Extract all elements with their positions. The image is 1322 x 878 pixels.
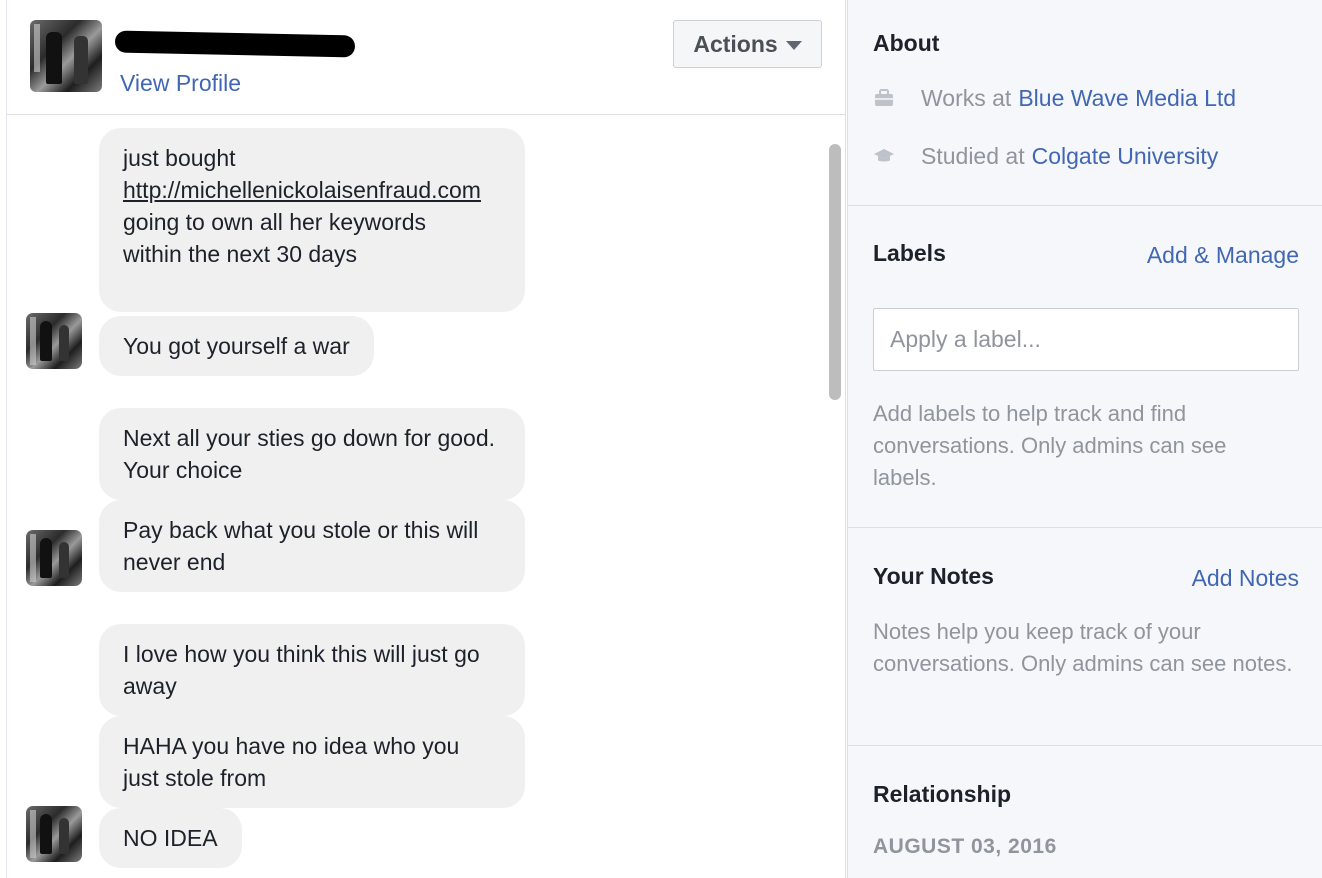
view-profile-link[interactable]: View Profile [120,70,241,97]
message-text: NO IDEA [123,825,218,851]
avatar-image-detail [40,321,52,361]
studied-prefix: Studied at [921,142,1025,169]
sender-avatar[interactable] [26,313,82,369]
labels-helper-text: Add labels to help track and find conver… [873,401,1227,490]
notes-section: Your Notes Add Notes Notes help you keep… [848,528,1322,746]
message-bubble: Next all your sties go down for good. Yo… [99,408,525,500]
avatar-image-detail [30,810,36,858]
sender-avatar[interactable] [26,806,82,862]
employer-link[interactable]: Blue Wave Media Ltd [1018,85,1236,112]
actions-dropdown-button[interactable]: Actions [673,20,822,68]
actions-label: Actions [693,30,778,57]
message-text: You got yourself a war [123,333,350,359]
notes-helper-text: Notes help you keep track of your conver… [873,619,1293,676]
message-text: I love how you think this will just go a… [123,641,480,699]
work-row: Works at Blue Wave Media Ltd [873,81,1236,115]
relationship-date: AUGUST 03, 2016 [873,835,1057,858]
avatar-image-detail [59,325,69,361]
apply-label-input[interactable] [873,308,1299,371]
about-section: About Works at Blue Wave Media Ltd Studi… [848,0,1322,206]
message-text: HAHA you have no idea who you just stole… [123,733,460,791]
contact-avatar[interactable] [30,20,102,92]
message-link[interactable]: http://michellenickolaisenfraud.com [123,174,501,206]
relationship-title: Relationship [873,781,1012,807]
thread-scrollbar[interactable] [829,144,841,400]
avatar-image-detail [59,542,69,578]
avatar-image-detail [59,818,69,854]
message-bubble: NO IDEA [99,808,242,868]
conversation-pane: Carter Yaroslova View Profile Actions ju… [6,0,846,878]
labels-title: Labels [873,240,946,266]
add-manage-labels-link[interactable]: Add & Manage [1147,242,1299,269]
message-text: Pay back what you stole or this will nev… [123,517,479,575]
avatar-image-detail [30,317,36,365]
message-text: Next all your sties go down for good. Yo… [123,425,496,483]
education-row: Studied at Colgate University [873,139,1218,173]
works-prefix: Works at [921,84,1012,111]
about-title: About [873,30,940,56]
conversation-header: Carter Yaroslova View Profile Actions [7,0,845,115]
message-bubble: just bought http://michellenickolaisenfr… [99,128,525,312]
message-bubble: I love how you think this will just go a… [99,624,525,716]
sender-avatar[interactable] [26,530,82,586]
avatar-image-detail [74,36,88,84]
message-bubble: HAHA you have no idea who you just stole… [99,716,525,808]
avatar-image-detail [34,24,40,72]
message-text: within the next 30 days [123,241,357,267]
notes-title: Your Notes [873,563,994,589]
message-thread: just bought http://michellenickolaisenfr… [7,116,845,878]
add-notes-link[interactable]: Add Notes [1192,565,1299,592]
message-text: just bought [123,145,236,171]
avatar-image-detail [40,814,52,854]
message-bubble: Pay back what you stole or this will nev… [99,500,525,592]
message-bubble: You got yourself a war [99,316,374,376]
caret-down-icon [785,40,802,50]
school-link[interactable]: Colgate University [1032,143,1219,170]
contact-info-pane: About Works at Blue Wave Media Ltd Studi… [847,0,1322,878]
briefcase-icon [873,87,895,109]
avatar-image-detail [40,538,52,578]
avatar-image-detail [30,534,36,582]
graduation-cap-icon [873,145,895,167]
avatar-image-detail [46,32,62,84]
message-text: going to own all her keywords [123,209,426,235]
